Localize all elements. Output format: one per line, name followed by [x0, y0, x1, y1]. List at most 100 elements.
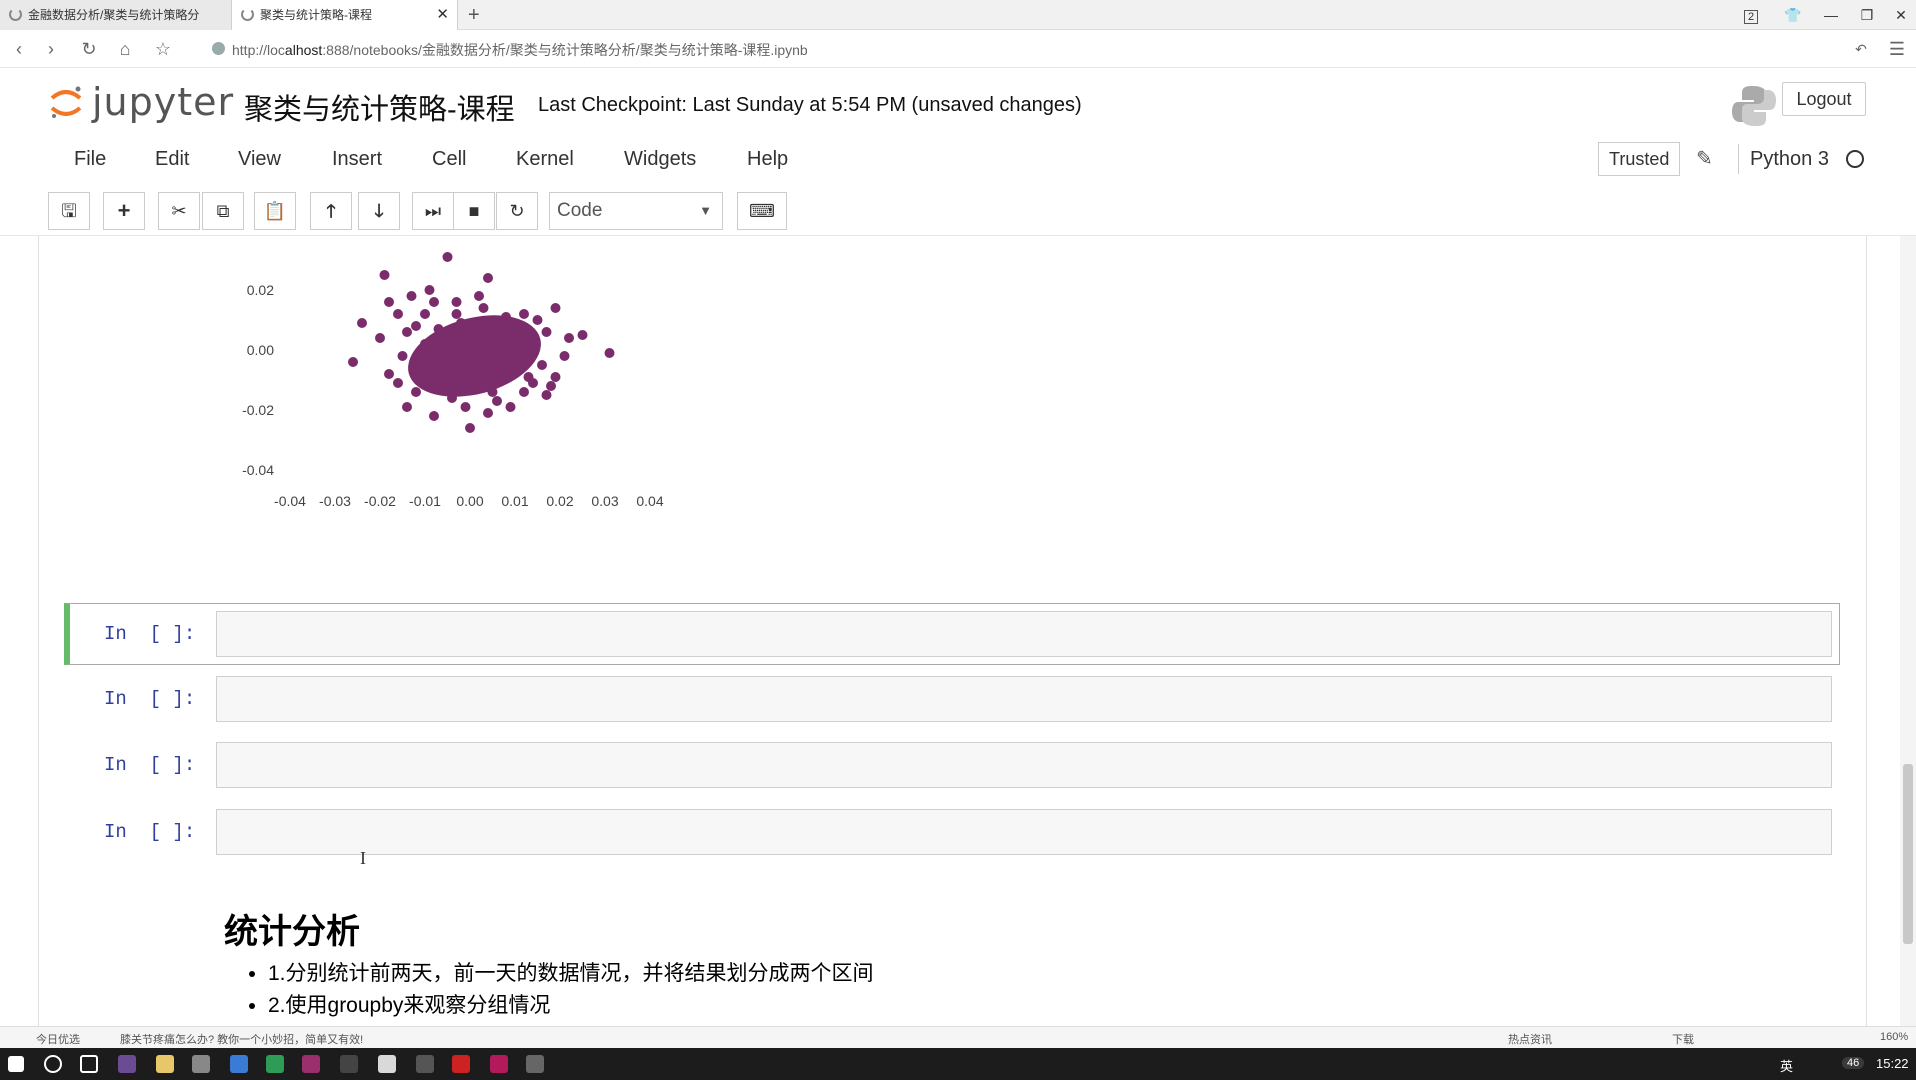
- jupyter-logo-icon[interactable]: [48, 84, 84, 120]
- menu-cell[interactable]: Cell: [432, 148, 466, 171]
- status-recommend[interactable]: 今日优选: [36, 1031, 80, 1047]
- app-icon[interactable]: [266, 1055, 284, 1073]
- markdown-list: 1.分别统计前两天，前一天的数据情况，并将结果划分成两个区间 2.使用group…: [248, 958, 874, 1022]
- app-icon[interactable]: [192, 1055, 210, 1073]
- move-up-button[interactable]: 🡑: [310, 192, 352, 230]
- scatter-point: [541, 390, 552, 400]
- browser-menu-icon[interactable]: ☰: [1884, 36, 1910, 62]
- minimize-icon[interactable]: —: [1816, 0, 1846, 30]
- code-input[interactable]: [216, 611, 1832, 657]
- trusted-indicator[interactable]: Trusted: [1598, 142, 1681, 176]
- scatter-point: [384, 297, 394, 307]
- scatter-point: [465, 381, 475, 391]
- code-cell[interactable]: In [ ]:: [64, 734, 1840, 796]
- file-explorer-icon[interactable]: [156, 1055, 174, 1073]
- save-button[interactable]: 🖫: [48, 192, 90, 230]
- os-taskbar: 英 46 15:22: [0, 1048, 1916, 1080]
- scatter-point: [577, 330, 588, 340]
- scatter-plot-output: 0.02 0.00 -0.02 -0.04-0.04 -0.03 -0.02 -0.01 0.…: [242, 252, 664, 509]
- app-icon[interactable]: [416, 1055, 434, 1073]
- app-icon[interactable]: [526, 1055, 544, 1073]
- app-icon[interactable]: [340, 1055, 358, 1073]
- edit-mode-pencil-icon: ✎: [1696, 148, 1713, 170]
- scrollbar[interactable]: [1900, 236, 1916, 1026]
- status-news[interactable]: 热点资讯: [1508, 1031, 1552, 1047]
- task-view-icon[interactable]: [80, 1055, 98, 1073]
- back-menu-icon[interactable]: ↶: [1848, 36, 1874, 62]
- forward-icon[interactable]: ›: [38, 36, 64, 62]
- paste-button[interactable]: 📋: [254, 192, 296, 230]
- menu-file[interactable]: File: [74, 148, 106, 171]
- back-icon[interactable]: ‹: [6, 36, 32, 62]
- app-icon[interactable]: [378, 1055, 396, 1073]
- cell-type-select[interactable]: Code ▼: [549, 192, 723, 230]
- code-cell-selected[interactable]: In [ ]:: [64, 603, 1840, 665]
- kernel-name[interactable]: Python 3: [1750, 148, 1829, 171]
- menu-edit[interactable]: Edit: [155, 148, 189, 171]
- status-zoom[interactable]: 160%: [1880, 1031, 1908, 1043]
- menu-view[interactable]: View: [238, 148, 281, 171]
- scrollbar-thumb[interactable]: [1903, 764, 1913, 944]
- clock[interactable]: 15:22: [1876, 1056, 1909, 1071]
- plus-icon: +: [117, 198, 131, 223]
- arrow-up-icon: 🡑: [326, 201, 336, 221]
- code-cell[interactable]: In [ ]:: [64, 668, 1840, 730]
- menu-insert[interactable]: Insert: [332, 148, 382, 171]
- shirt-icon[interactable]: 👕: [1778, 0, 1808, 30]
- jupyter-logo-text[interactable]: jupyter: [92, 80, 234, 124]
- search-icon[interactable]: [44, 1055, 62, 1073]
- notebook-title[interactable]: 聚类与统计策略-课程: [244, 86, 515, 128]
- code-input[interactable]: [216, 676, 1832, 722]
- browser-tab-1[interactable]: 金融数据分析/聚类与统计策略分: [0, 0, 232, 30]
- close-window-icon[interactable]: ✕: [1886, 0, 1916, 30]
- keyboard-icon: ⌨: [749, 201, 775, 221]
- code-input[interactable]: [216, 809, 1832, 855]
- site-info-icon[interactable]: [212, 42, 225, 55]
- reload-icon[interactable]: ↻: [76, 36, 102, 62]
- scatter-point: [420, 309, 430, 319]
- menu-widgets[interactable]: Widgets: [624, 148, 696, 171]
- x-tick-label: -0.04: [274, 493, 306, 509]
- cell-prompt: In [ ]:: [104, 623, 196, 645]
- command-palette-button[interactable]: ⌨: [737, 192, 787, 230]
- status-ad-text[interactable]: 膝关节疼痛怎么办? 教你一个小妙招，简单又有效!: [120, 1031, 363, 1047]
- notebook-container[interactable]: 0.02 0.00 -0.02 -0.04 -0.04 -0.03 -0.02 -0.01 0.…: [0, 236, 1916, 1026]
- browser-tab-2[interactable]: 聚类与统计策略-课程 ✕: [232, 0, 458, 30]
- app-icon[interactable]: [230, 1055, 248, 1073]
- app-icon[interactable]: [302, 1055, 320, 1073]
- scatter-point: [357, 318, 367, 328]
- cut-icon: ✂: [171, 201, 187, 221]
- menu-kernel[interactable]: Kernel: [516, 148, 574, 171]
- run-button[interactable]: ⏭: [412, 192, 454, 230]
- window-count-badge[interactable]: 2: [1736, 0, 1766, 30]
- app-icon[interactable]: [490, 1055, 508, 1073]
- python-logo-icon: [1732, 86, 1776, 126]
- interrupt-button[interactable]: ■: [453, 192, 495, 230]
- app-icon[interactable]: [452, 1055, 470, 1073]
- move-down-button[interactable]: 🡓: [358, 192, 400, 230]
- browser-app-icon[interactable]: [118, 1055, 136, 1073]
- insert-cell-button[interactable]: +: [103, 192, 145, 230]
- home-icon[interactable]: ⌂: [112, 36, 138, 62]
- ime-indicator[interactable]: 英: [1780, 1056, 1793, 1075]
- windows-start-icon[interactable]: [8, 1056, 24, 1072]
- code-cell[interactable]: In [ ]:: [64, 801, 1840, 863]
- url-field[interactable]: http://localhost:888/notebooks/金融数据分析/聚类…: [232, 40, 808, 60]
- scatter-point: [447, 351, 457, 361]
- menu-help[interactable]: Help: [747, 148, 788, 171]
- notification-badge[interactable]: 46: [1842, 1057, 1865, 1069]
- bookmark-star-icon[interactable]: ☆: [150, 36, 176, 62]
- code-input[interactable]: [216, 742, 1832, 788]
- logout-button[interactable]: Logout: [1782, 82, 1866, 116]
- close-tab-icon[interactable]: ✕: [436, 0, 449, 30]
- list-item: 2.使用groupby来观察分组情况: [268, 990, 874, 1022]
- y-tick-label: -0.04: [242, 462, 274, 478]
- restore-icon[interactable]: ❐: [1852, 0, 1882, 30]
- status-download[interactable]: 下载: [1672, 1031, 1694, 1047]
- new-tab-button[interactable]: +: [468, 0, 480, 30]
- cut-button[interactable]: ✂: [158, 192, 200, 230]
- copy-button[interactable]: ⧉: [202, 192, 244, 230]
- scatter-point: [393, 309, 403, 319]
- scatter-point: [456, 342, 466, 352]
- restart-button[interactable]: ↻: [496, 192, 538, 230]
